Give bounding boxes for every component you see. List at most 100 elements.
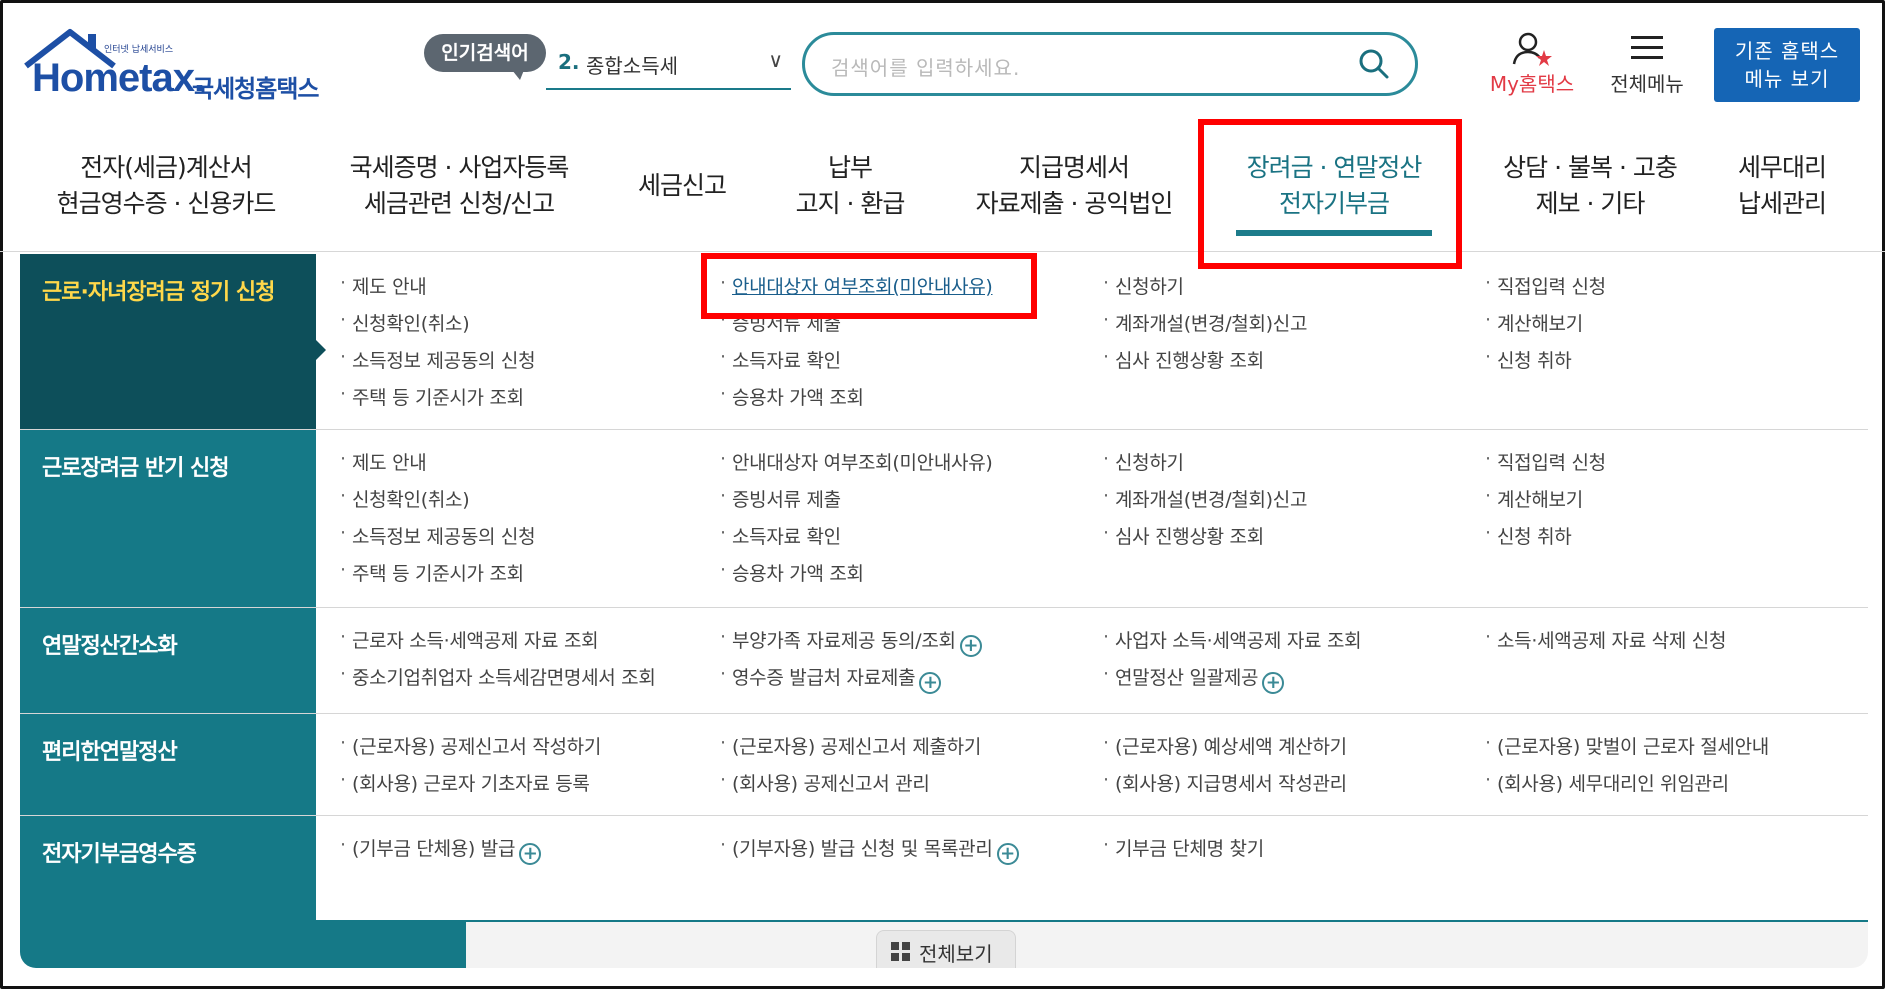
menu-link[interactable]: (회사용) 지급명세서 작성관리: [1103, 769, 1347, 806]
menu-link[interactable]: 승용차 가액 조회: [720, 559, 993, 596]
menu-link[interactable]: (회사용) 근로자 기초자료 등록: [340, 769, 601, 806]
menu-link[interactable]: (근로자용) 공제신고서 작성하기: [340, 732, 601, 769]
bottom-bar-right: [466, 922, 1868, 968]
nav-tax-certificate[interactable]: 국세증명 · 사업자등록 세금관련 신청/신고: [330, 150, 588, 222]
menu-link[interactable]: 소득정보 제공동의 신청: [340, 522, 536, 559]
menu-link[interactable]: 제도 안내: [340, 448, 535, 485]
menu-column: (기부자용) 발급 신청 및 목록관리+: [720, 834, 1019, 871]
menu-link[interactable]: 계산해보기: [1485, 309, 1606, 346]
menu-link[interactable]: (근로자용) 예상세액 계산하기: [1103, 732, 1347, 769]
menu-link[interactable]: 심사 진행상황 조회: [1103, 346, 1307, 383]
menu-link[interactable]: 신청확인(취소): [340, 309, 535, 346]
nav-label-line2: 고지 · 환급: [795, 189, 906, 218]
section-title-text: 근로장려금 반기 신청: [42, 456, 229, 481]
menu-link[interactable]: 계좌개설(변경/철회)신고: [1103, 485, 1307, 522]
menu-link[interactable]: 소득자료 확인: [720, 346, 993, 383]
plus-circle-icon[interactable]: +: [996, 843, 1019, 865]
section-title[interactable]: 근로·자녀장려금 정기 신청: [20, 254, 326, 429]
menu-link[interactable]: 계좌개설(변경/철회)신고: [1103, 309, 1307, 346]
menu-column: 신청하기 계좌개설(변경/철회)신고 심사 진행상황 조회: [1103, 448, 1307, 559]
hometax-logo[interactable]: 인터넷 납세서비스 Hometax. 국세청홈택스: [22, 26, 342, 106]
menu-link[interactable]: (회사용) 공제신고서 관리: [720, 769, 981, 806]
menu-link[interactable]: 연말정산 일괄제공+: [1103, 663, 1361, 700]
nav-tax-filing[interactable]: 세금신고: [620, 168, 744, 204]
menu-link[interactable]: 주택 등 기준시가 조회: [340, 559, 535, 596]
menu-link[interactable]: 제도 안내: [340, 272, 535, 309]
menu-link[interactable]: 소득·세액공제 자료 삭제 신청: [1485, 626, 1726, 663]
menu-link[interactable]: 증빙서류 제출: [720, 485, 993, 522]
section-yearend-simplified: 연말정산간소화 근로자 소득·세액공제 자료 조회 중소기업취업자 소득세감면명…: [20, 608, 1868, 714]
nav-payment[interactable]: 납부 고지 · 환급: [780, 150, 920, 222]
menu-link[interactable]: 중소기업취업자 소득세감면명세서 조회: [340, 663, 656, 700]
menu-link-text: (기부자용) 발급 신청 및 목록관리: [732, 838, 993, 860]
menu-link[interactable]: 기부금 단체명 찾기: [1103, 834, 1264, 871]
my-hometax-button[interactable]: My홈택스: [1480, 30, 1584, 100]
plus-circle-icon[interactable]: +: [1262, 672, 1285, 694]
section-title[interactable]: 연말정산간소화: [20, 608, 316, 713]
plus-circle-icon[interactable]: +: [919, 672, 942, 694]
section-e-donation-receipt: 전자기부금영수증 (기부금 단체용) 발급+ (기부자용) 발급 신청 및 목록…: [20, 816, 1868, 922]
menu-link[interactable]: 승용차 가액 조회: [720, 383, 993, 420]
menu-column: 직접입력 신청 계산해보기 신청 취하: [1485, 272, 1606, 383]
main-nav: 전자(세금)계산서 현금영수증 · 신용카드 국세증명 · 사업자등록 세금관련…: [0, 120, 1885, 252]
nav-tax-agent[interactable]: 세무대리 납세관리: [1724, 150, 1840, 222]
nav-consult-appeal[interactable]: 상담 · 불복 · 고충 제보 · 기타: [1480, 150, 1700, 222]
menu-link[interactable]: 주택 등 기준시가 조회: [340, 383, 535, 420]
menu-link[interactable]: 신청하기: [1103, 272, 1307, 309]
section-title[interactable]: 근로장려금 반기 신청: [20, 430, 316, 607]
active-section-arrow: [316, 340, 326, 360]
nav-label-line2: 세금관련 신청/신고: [363, 189, 555, 218]
menu-link[interactable]: 부양가족 자료제공 동의/조회+: [720, 626, 982, 663]
section-title[interactable]: 편리한연말정산: [20, 714, 316, 815]
menu-link[interactable]: 사업자 소득·세액공제 자료 조회: [1103, 626, 1362, 663]
menu-link[interactable]: 신청 취하: [1485, 522, 1606, 559]
nav-etax-invoice[interactable]: 전자(세금)계산서 현금영수증 · 신용카드: [40, 150, 292, 222]
menu-link[interactable]: (기부금 단체용) 발급+: [340, 834, 542, 871]
full-menu-button[interactable]: 전체메뉴: [1600, 30, 1694, 100]
menu-column: 부양가족 자료제공 동의/조회+ 영수증 발급처 자료제출+: [720, 626, 982, 700]
menu-link[interactable]: 신청하기: [1103, 448, 1307, 485]
menu-link[interactable]: 소득정보 제공동의 신청: [340, 346, 536, 383]
highlight-box-nav: [1198, 119, 1462, 269]
menu-column: 제도 안내 신청확인(취소) 소득정보 제공동의 신청 주택 등 기준시가 조회: [340, 272, 536, 420]
trending-keyword-dropdown[interactable]: 2. 종합소득세 ∨: [546, 44, 791, 90]
user-star-icon: [1512, 32, 1552, 66]
chevron-down-icon[interactable]: ∨: [768, 48, 783, 72]
menu-link[interactable]: (회사용) 세무대리인 위임관리: [1485, 769, 1769, 806]
nav-label-line2: 자료제출 · 공익법인: [975, 189, 1174, 218]
plus-circle-icon[interactable]: +: [519, 843, 542, 865]
nav-payment-statement[interactable]: 지급명세서 자료제출 · 공익법인: [960, 150, 1188, 222]
menu-link[interactable]: 심사 진행상황 조회: [1103, 522, 1307, 559]
menu-link[interactable]: 직접입력 신청: [1485, 272, 1606, 309]
popular-search-badge: 인기검색어: [424, 34, 546, 80]
trending-keyword[interactable]: 종합소득세: [586, 50, 678, 79]
menu-link[interactable]: (근로자용) 맞벌이 근로자 절세안내: [1485, 732, 1769, 769]
trending-rank: 2.: [558, 50, 580, 74]
menu-link[interactable]: 영수증 발급처 자료제출+: [720, 663, 982, 700]
grid-icon: [891, 942, 911, 962]
menu-link[interactable]: (기부자용) 발급 신청 및 목록관리+: [720, 834, 1019, 871]
menu-link[interactable]: 안내대상자 여부조회(미안내사유): [720, 448, 993, 485]
section-title[interactable]: 전자기부금영수증: [20, 816, 316, 922]
search-bar[interactable]: 검색어를 입력하세요.: [802, 32, 1418, 96]
menu-link[interactable]: 소득자료 확인: [720, 522, 993, 559]
view-all-button[interactable]: 전체보기: [876, 930, 1016, 968]
menu-link[interactable]: (근로자용) 공제신고서 제출하기: [720, 732, 981, 769]
logo-wordmark: Hometax.: [32, 56, 205, 100]
plus-circle-icon[interactable]: +: [959, 635, 982, 657]
menu-column: 근로자 소득·세액공제 자료 조회 중소기업취업자 소득세감면명세서 조회: [340, 626, 656, 700]
hamburger-icon: [1631, 36, 1663, 62]
menu-link[interactable]: 신청확인(취소): [340, 485, 535, 522]
full-menu-label: 전체메뉴: [1610, 72, 1684, 96]
menu-link[interactable]: 계산해보기: [1485, 485, 1606, 522]
menu-column: 안내대상자 여부조회(미안내사유) 증빙서류 제출 소득자료 확인 승용차 가액…: [720, 448, 993, 596]
menu-link[interactable]: 근로자 소득·세액공제 자료 조회: [340, 626, 656, 663]
search-icon[interactable]: [1357, 47, 1391, 81]
menu-link-text: 영수증 발급처 자료제출: [732, 667, 916, 689]
nav-label-line1: 지급명세서: [1018, 153, 1130, 182]
menu-link[interactable]: 직접입력 신청: [1485, 448, 1606, 485]
legacy-menu-button[interactable]: 기존 홈택스 메뉴 보기: [1714, 28, 1860, 102]
search-input[interactable]: 검색어를 입력하세요.: [831, 52, 1020, 81]
menu-link[interactable]: 신청 취하: [1485, 346, 1606, 383]
nav-label-line1: 상담 · 불복 · 고충: [1503, 153, 1678, 182]
